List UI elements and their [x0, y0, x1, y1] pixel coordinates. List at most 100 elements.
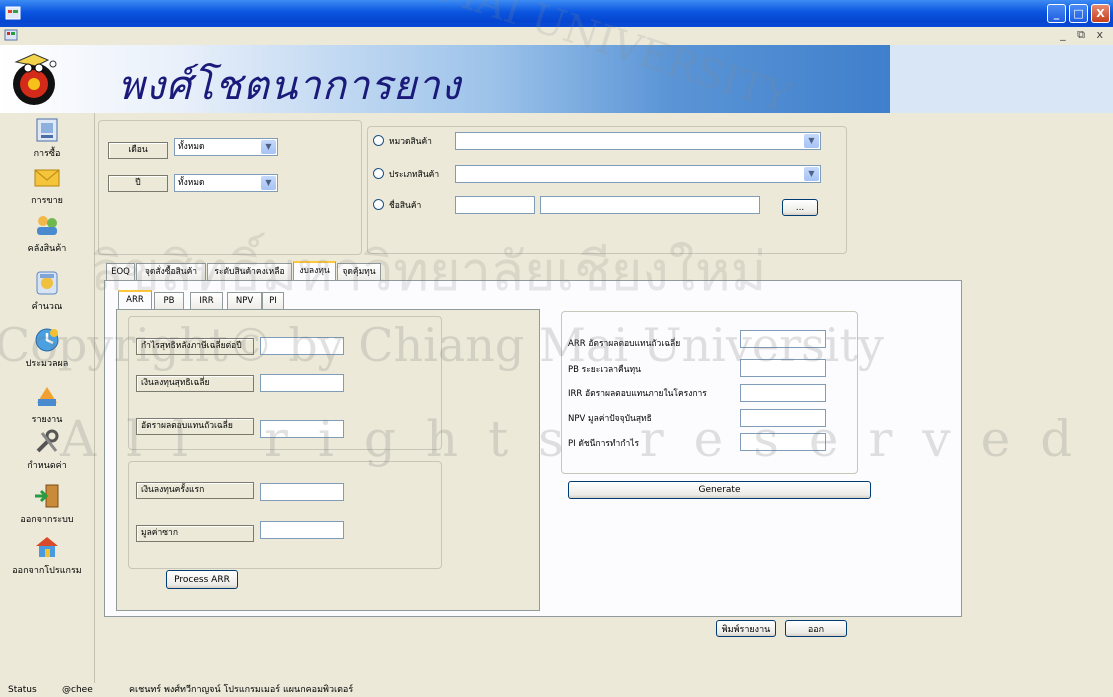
- logout-door-icon: [35, 484, 59, 508]
- calculate-icon: [36, 271, 58, 295]
- brand-title: พงศ์โชตนาการยาง: [118, 63, 462, 109]
- avg-investment-input[interactable]: [260, 374, 344, 392]
- sidebar-item-label: ประมวลผล: [25, 359, 69, 369]
- product-radio[interactable]: [373, 199, 384, 210]
- sidebar-item-label: คำนวณ: [31, 302, 63, 312]
- avg-investment-label: เงินลงทุนสุทธิเฉลี่ย: [136, 375, 254, 392]
- arr-investment-group: [128, 461, 442, 569]
- initial-investment-label: เงินลงทุนครั้งแรก: [136, 482, 254, 499]
- initial-investment-input[interactable]: [260, 483, 344, 501]
- arr-result-field: [740, 330, 826, 348]
- sidebar-item-label: รายงาน: [31, 415, 63, 425]
- pb-result-field: [740, 359, 826, 377]
- process-arr-button[interactable]: Process ARR: [166, 570, 238, 589]
- tab-capital-budget[interactable]: งบลงทุน: [293, 261, 336, 281]
- salvage-value-label: มูลค่าซาก: [136, 525, 254, 542]
- banner-extension: [890, 45, 1113, 113]
- mdi-window-controls[interactable]: _ ⧉ x: [1060, 28, 1107, 42]
- status-label: Status: [8, 685, 37, 695]
- mdi-menubar: _ ⧉ x: [0, 27, 1113, 45]
- sidebar-item-exit-program[interactable]: ออกจากโปรแกรม: [0, 532, 94, 577]
- subtab-pb[interactable]: PB: [154, 292, 184, 310]
- npv-result-field: [740, 409, 826, 427]
- process-icon: [35, 328, 59, 352]
- irr-result-label: IRR อัตราผลตอบแทนภายในโครงการ: [568, 389, 707, 399]
- sidebar-item-sales[interactable]: การขาย: [0, 162, 94, 207]
- sidebar-item-label: การซื้อ: [33, 149, 61, 159]
- tab-inventory-level[interactable]: ระดับสินค้าคงเหลือ: [207, 263, 292, 281]
- category-select[interactable]: ▼: [455, 132, 821, 150]
- month-select[interactable]: ทั้งหมด ▼: [174, 138, 278, 156]
- year-select-value: ทั้งหมด: [178, 178, 205, 188]
- avg-return-rate-label: อัตราผลตอบแทนถัวเฉลี่ย: [136, 418, 254, 435]
- chevron-down-icon[interactable]: ▼: [261, 140, 276, 154]
- maximize-button[interactable]: □: [1069, 4, 1088, 23]
- sales-envelope-icon: [34, 169, 60, 187]
- status-credit: คเชนทร์ พงศ์ทวีกาญจน์ โปรแกรมเมอร์ แผนกค…: [129, 685, 354, 695]
- pi-result-label: PI ดัชนีการทำกำไร: [568, 439, 640, 449]
- tab-break-even[interactable]: จุดคุ้มทุน: [337, 263, 381, 281]
- sidebar-item-report[interactable]: รายงาน: [0, 381, 94, 426]
- month-select-value: ทั้งหมด: [178, 142, 205, 152]
- tab-reorder-point[interactable]: จุดสั่งซื้อสินค้า: [136, 263, 206, 281]
- mascot-logo-icon: [13, 53, 57, 105]
- chevron-down-icon[interactable]: ▼: [261, 176, 276, 190]
- purchase-icon: [36, 118, 58, 142]
- generate-button[interactable]: Generate: [568, 481, 871, 499]
- year-label: ปี: [108, 175, 168, 192]
- year-select[interactable]: ทั้งหมด ▼: [174, 174, 278, 192]
- subtab-pi[interactable]: PI: [262, 292, 284, 310]
- type-select[interactable]: ▼: [455, 165, 821, 183]
- sidebar-item-label: คลังสินค้า: [27, 244, 67, 254]
- category-radio-label: หมวดสินค้า: [389, 137, 432, 147]
- profit-after-tax-label: กำไรสุทธิหลังภาษีเฉลี่ยต่อปี: [136, 338, 254, 355]
- salvage-value-input[interactable]: [260, 521, 344, 539]
- sidebar-divider: [94, 113, 95, 683]
- minimize-button[interactable]: _: [1047, 4, 1066, 23]
- pi-result-field: [740, 433, 826, 451]
- report-icon: [37, 387, 57, 406]
- profit-after-tax-input[interactable]: [260, 337, 344, 355]
- subtab-npv[interactable]: NPV: [227, 292, 262, 310]
- browse-button[interactable]: ...: [782, 199, 818, 216]
- mdi-child-icon: [4, 29, 18, 41]
- chevron-down-icon[interactable]: ▼: [804, 167, 819, 181]
- sidebar-item-purchase[interactable]: การซื้อ: [0, 115, 94, 160]
- chevron-down-icon[interactable]: ▼: [804, 134, 819, 148]
- title-bar: _ □ X: [0, 0, 1113, 27]
- exit-button[interactable]: ออก: [785, 620, 847, 637]
- type-radio-label: ประเภทสินค้า: [389, 170, 440, 180]
- banner: พงศ์โชตนาการยาง: [0, 45, 890, 113]
- settings-tools-icon: [36, 429, 59, 453]
- pb-result-label: PB ระยะเวลาคืนทุน: [568, 365, 641, 375]
- sidebar-item-label: การขาย: [31, 196, 63, 206]
- sidebar-item-process[interactable]: ประมวลผล: [0, 325, 94, 370]
- warehouse-icon: [37, 216, 57, 235]
- product-name-input[interactable]: [540, 196, 760, 214]
- subtab-arr[interactable]: ARR: [118, 290, 152, 310]
- category-radio[interactable]: [373, 135, 384, 146]
- irr-result-field: [740, 384, 826, 402]
- sidebar-item-logout[interactable]: ออกจากระบบ: [0, 481, 94, 526]
- product-radio-label: ชื่อสินค้า: [389, 201, 422, 211]
- close-button[interactable]: X: [1091, 4, 1110, 23]
- sidebar-item-settings[interactable]: กำหนดค่า: [0, 427, 94, 472]
- sidebar-item-warehouse[interactable]: คลังสินค้า: [0, 210, 94, 255]
- print-report-button[interactable]: พิมพ์รายงาน: [716, 620, 776, 637]
- sidebar-item-calculate[interactable]: คำนวณ: [0, 268, 94, 313]
- status-user: @chee: [62, 685, 93, 695]
- avg-return-rate-input[interactable]: [260, 420, 344, 438]
- npv-result-label: NPV มูลค่าปัจจุบันสุทธิ: [568, 414, 652, 424]
- exit-program-icon: [36, 537, 58, 557]
- tab-eoq[interactable]: EOQ: [106, 263, 135, 281]
- sidebar-item-label: ออกจากโปรแกรม: [12, 566, 82, 576]
- type-radio[interactable]: [373, 168, 384, 179]
- sidebar-item-label: กำหนดค่า: [27, 461, 67, 471]
- status-bar: Status @chee คเชนทร์ พงศ์ทวีกาญจน์ โปรแก…: [0, 683, 1113, 697]
- subtab-irr[interactable]: IRR: [190, 292, 223, 310]
- app-icon: [5, 6, 21, 20]
- product-code-input[interactable]: [455, 196, 535, 214]
- arr-result-label: ARR อัตราผลตอบแทนถัวเฉลี่ย: [568, 339, 681, 349]
- month-label: เดือน: [108, 142, 168, 159]
- sidebar: การซื้อ การขาย คลังสินค้า คำนวณ ประมวลผล…: [0, 113, 94, 683]
